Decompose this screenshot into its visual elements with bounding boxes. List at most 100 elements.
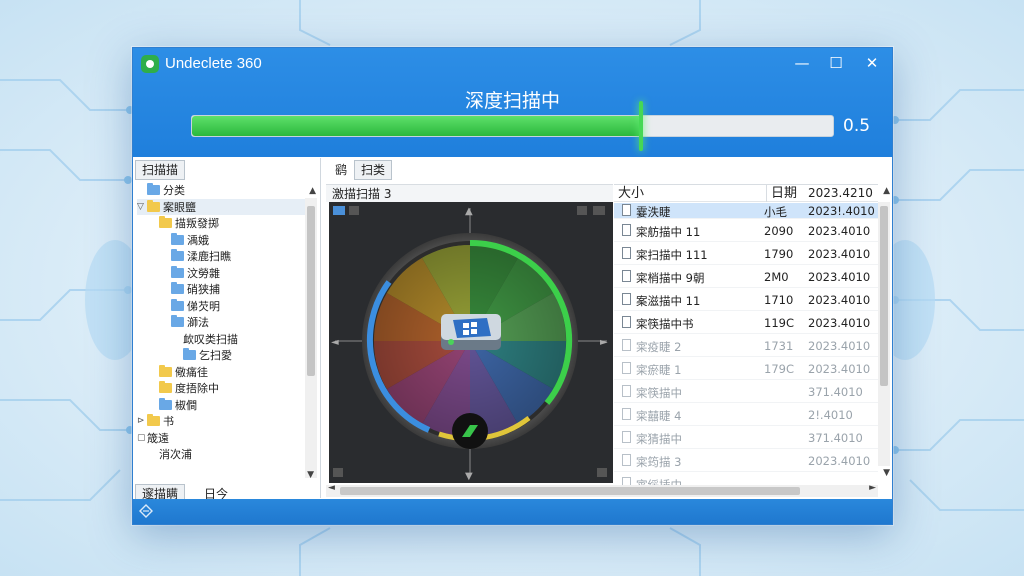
drive-center-icon — [441, 314, 501, 350]
disk-scan-visualization: ▲ ▼ ◄ ► — [329, 202, 613, 483]
folder-icon — [159, 397, 172, 410]
file-date: 2023.4010 — [808, 224, 871, 238]
tree-item[interactable]: 渪娥 — [137, 232, 307, 249]
file-name: 寀扫描中 111 — [636, 248, 708, 262]
tree-item[interactable]: ▢ 筬遠 — [137, 430, 307, 447]
list-scroll-down-icon[interactable]: ▼ — [883, 468, 890, 478]
tree-item[interactable]: ⊳ 书 — [137, 413, 307, 430]
progress-knob[interactable] — [638, 101, 643, 151]
close-button[interactable]: ✕ — [857, 52, 887, 74]
file-row[interactable]: 寀瘀睫 1 179C 2023.4010 — [614, 357, 878, 380]
maximize-button[interactable]: ☐ — [821, 52, 851, 74]
file-row[interactable]: 寀猜描中 371.4010 — [614, 426, 878, 449]
file-row[interactable]: 寀筠描 3 2023.4010 — [614, 449, 878, 472]
file-name: 寀猜描中 — [636, 432, 682, 446]
folder-icon — [159, 216, 172, 229]
tab-overview[interactable]: 鹞 — [328, 160, 355, 180]
file-date: 2023.4010 — [808, 293, 871, 307]
chevron-down-icon[interactable]: ▼ — [307, 470, 314, 480]
file-name: 寀疫睫 2 — [636, 340, 682, 354]
file-name: 寀舫描中 11 — [636, 225, 701, 239]
tree-expander-icon[interactable]: ▽ — [137, 202, 147, 212]
scroll-right-icon[interactable]: ► — [869, 483, 876, 493]
document-icon — [622, 293, 631, 305]
tab-scan-type[interactable]: 扫类 — [354, 160, 393, 180]
svg-text:◄: ◄ — [331, 337, 339, 348]
file-name: 寀瘀睫 1 — [636, 363, 682, 377]
tree-item[interactable]: 分类 — [137, 182, 307, 199]
file-row[interactable]: 寀筷描中书 119C 2023.4010 — [614, 311, 878, 334]
file-list-scrollbar-thumb[interactable] — [880, 206, 888, 386]
tree-item[interactable]: 俤芡明 — [137, 298, 307, 315]
scroll-left-icon[interactable]: ◄ — [328, 483, 335, 493]
list-scroll-up-icon[interactable]: ▲ — [883, 186, 890, 196]
tree-item-label: 消次浦 — [159, 448, 192, 462]
folder-icon — [159, 381, 172, 394]
file-date: 2023.4010 — [808, 270, 871, 284]
app-title: Undeclete 360 — [165, 55, 262, 72]
file-size: 119C — [764, 316, 794, 330]
app-window: Undeclete 360 — ☐ ✕ 深度扫描中 0.5 扫描描 分类 ▽ 案眼鹽… — [132, 47, 893, 525]
tree-item-label: 书 — [163, 415, 174, 429]
tree-item[interactable]: 汶勞雜 — [137, 265, 307, 282]
tree-item[interactable]: 儆痛徍 — [137, 364, 307, 381]
folder-icon — [171, 298, 184, 311]
tree-item[interactable]: 度捂除中 — [137, 380, 307, 397]
tree-expander-icon[interactable]: ▢ — [137, 433, 147, 443]
tree-item[interactable]: 消次浦 — [137, 446, 307, 463]
file-date: 2023!.4010 — [808, 204, 875, 218]
column-date-sort-value: 2023.4210 — [808, 186, 873, 200]
scan-wheel: ▲ ▼ ◄ ► — [331, 206, 608, 482]
file-row[interactable]: 寀舫描中 11 2090 2023.4010 — [614, 219, 878, 242]
document-icon — [622, 431, 631, 443]
file-date: 371.4010 — [808, 385, 863, 399]
file-list-scrollbar[interactable] — [878, 202, 890, 466]
settings-diamond-icon[interactable] — [139, 504, 153, 518]
column-size-header[interactable]: 大小 — [618, 185, 644, 202]
file-row[interactable]: 案滋描中 11 1710 2023.4010 — [614, 288, 878, 311]
file-row[interactable]: 寀囍睫 4 2!.4010 — [614, 403, 878, 426]
scan-progress-bar — [191, 101, 834, 151]
file-list-pane: 大小 日期 2023.4210 ▲ 霎泆睫 小毛 2023!.4010 寀舫描中 11… — [614, 158, 892, 498]
tree-item[interactable]: 溮法 — [137, 314, 307, 331]
tree-item-label: 俤芡明 — [187, 299, 220, 313]
file-date: 2023.4010 — [808, 339, 871, 353]
horizontal-scrollbar[interactable]: ◄ ► — [326, 483, 878, 497]
file-size: 小毛 — [764, 205, 787, 219]
folder-icon — [183, 348, 196, 361]
visualization-header: 激描扫描 3 — [326, 184, 613, 202]
tree-item[interactable]: 乞扫愛 — [137, 347, 307, 364]
column-date-header[interactable]: 日期 — [766, 185, 797, 202]
file-row[interactable]: 寀疫睫 2 1731 2023.4010 — [614, 334, 878, 357]
tree-item[interactable]: 渘鹿扫瞧 — [137, 248, 307, 265]
file-row[interactable]: 寀筷描中 371.4010 — [614, 380, 878, 403]
chevron-up-icon[interactable]: ▲ — [309, 186, 316, 196]
document-icon — [622, 316, 631, 328]
tree-expander-icon[interactable]: ⊳ — [137, 416, 147, 426]
file-row[interactable]: 霎泆睫 小毛 2023!.4010 — [614, 203, 878, 219]
file-size: 2M0 — [764, 270, 789, 284]
tab-scan[interactable]: 扫描描 — [135, 160, 186, 180]
file-row[interactable]: 寀梢描中 9朝 2M0 2023.4010 — [614, 265, 878, 288]
tree-item[interactable]: 椒僴 — [137, 397, 307, 414]
category-tree-pane: 扫描描 分类 ▽ 案眼鹽描叛發掷 渪娥 渘鹿扫瞧 汶勞雜 硝狭捕 俤芡明 溮法 欰叹类扫描 乞扫愛儆… — [133, 158, 321, 504]
document-icon — [622, 204, 631, 216]
horizontal-scrollbar-thumb[interactable] — [340, 487, 800, 495]
folder-icon — [171, 232, 184, 245]
shield-logo-icon — [141, 55, 159, 73]
tree-item[interactable]: 描叛發掷 — [137, 215, 307, 232]
tree-item[interactable]: 硝狭捕 — [137, 281, 307, 298]
file-date: 2!.4010 — [808, 408, 853, 422]
folder-icon — [147, 183, 160, 196]
tree-item-label: 分类 — [163, 184, 185, 198]
file-row[interactable]: 寀扫描中 111 1790 2023.4010 — [614, 242, 878, 265]
tree-scrollbar-thumb[interactable] — [307, 206, 315, 376]
document-icon — [622, 224, 631, 236]
tree-item-label: 描叛發掷 — [175, 217, 219, 231]
tree-scrollbar[interactable] — [305, 198, 317, 478]
scan-status-title: 深度扫描中 — [464, 90, 560, 112]
folder-icon — [159, 364, 172, 377]
tree-item[interactable]: ▽ 案眼鹽 — [137, 198, 307, 215]
minimize-button[interactable]: — — [787, 52, 817, 74]
tree-item[interactable]: 欰叹类扫描 — [137, 331, 307, 348]
